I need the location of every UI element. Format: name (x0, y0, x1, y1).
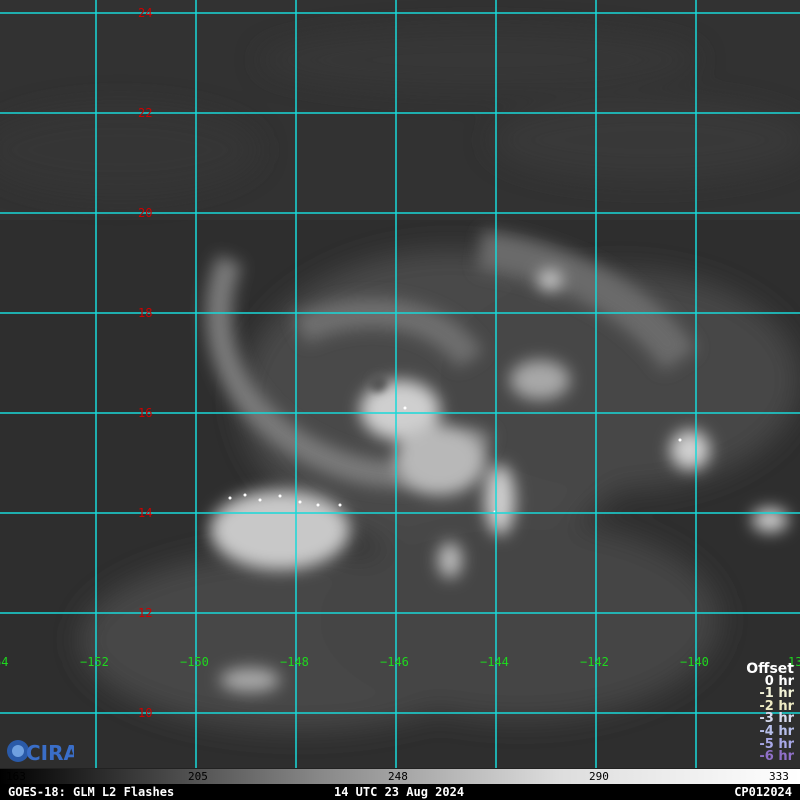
lon-label-146: −146 (380, 655, 409, 669)
footer-bar: GOES-18: GLM L2 Flashes 14 UTC 23 Aug 20… (0, 784, 800, 800)
lon-label-152: −152 (80, 655, 109, 669)
lon-label-154: 64 (0, 655, 9, 669)
colorbar-tick-333: 333 (769, 770, 789, 783)
colorbar-tick-205: 205 (188, 770, 208, 783)
lon-label-140: −140 (680, 655, 709, 669)
colorbar-tick-290: 290 (589, 770, 609, 783)
lon-label-144: −144 (480, 655, 509, 669)
satellite-map-viewer: 24 22 20 18 16 14 12 10 64 −152 −150 −14… (0, 0, 800, 800)
cira-logo: CIRA (7, 740, 74, 765)
lat-label-16: 16 (138, 406, 153, 420)
colorbar-tick-163: 163 (6, 770, 26, 783)
lat-label-20: 20 (138, 206, 153, 220)
lat-label-14: 14 (138, 506, 153, 520)
timestamp-label: 14 UTC 23 Aug 2024 (334, 785, 465, 799)
lat-label-12: 12 (138, 606, 153, 620)
lat-label-22: 22 (138, 106, 153, 120)
storm-id-label: CP012024 (734, 785, 792, 799)
logo-text: CIRA (26, 741, 74, 765)
legend-items: 0 hr -1 hr -2 hr -3 hr -4 hr -5 hr -6 hr (746, 675, 794, 765)
product-label: GOES-18: GLM L2 Flashes (8, 785, 175, 799)
lon-label-150: −150 (180, 655, 209, 669)
lat-label-18: 18 (138, 306, 153, 320)
lon-label-142: −142 (580, 655, 609, 669)
colorbar-tick-248: 248 (388, 770, 408, 783)
legend-item: -6 hr (759, 749, 794, 765)
lat-label-10: 10 (138, 706, 153, 720)
lat-label-24: 24 (138, 6, 153, 20)
lon-label-148: −148 (280, 655, 309, 669)
offset-legend: Offset 0 hr -1 hr -2 hr -3 hr -4 hr -5 hr -6 h… (746, 662, 794, 765)
